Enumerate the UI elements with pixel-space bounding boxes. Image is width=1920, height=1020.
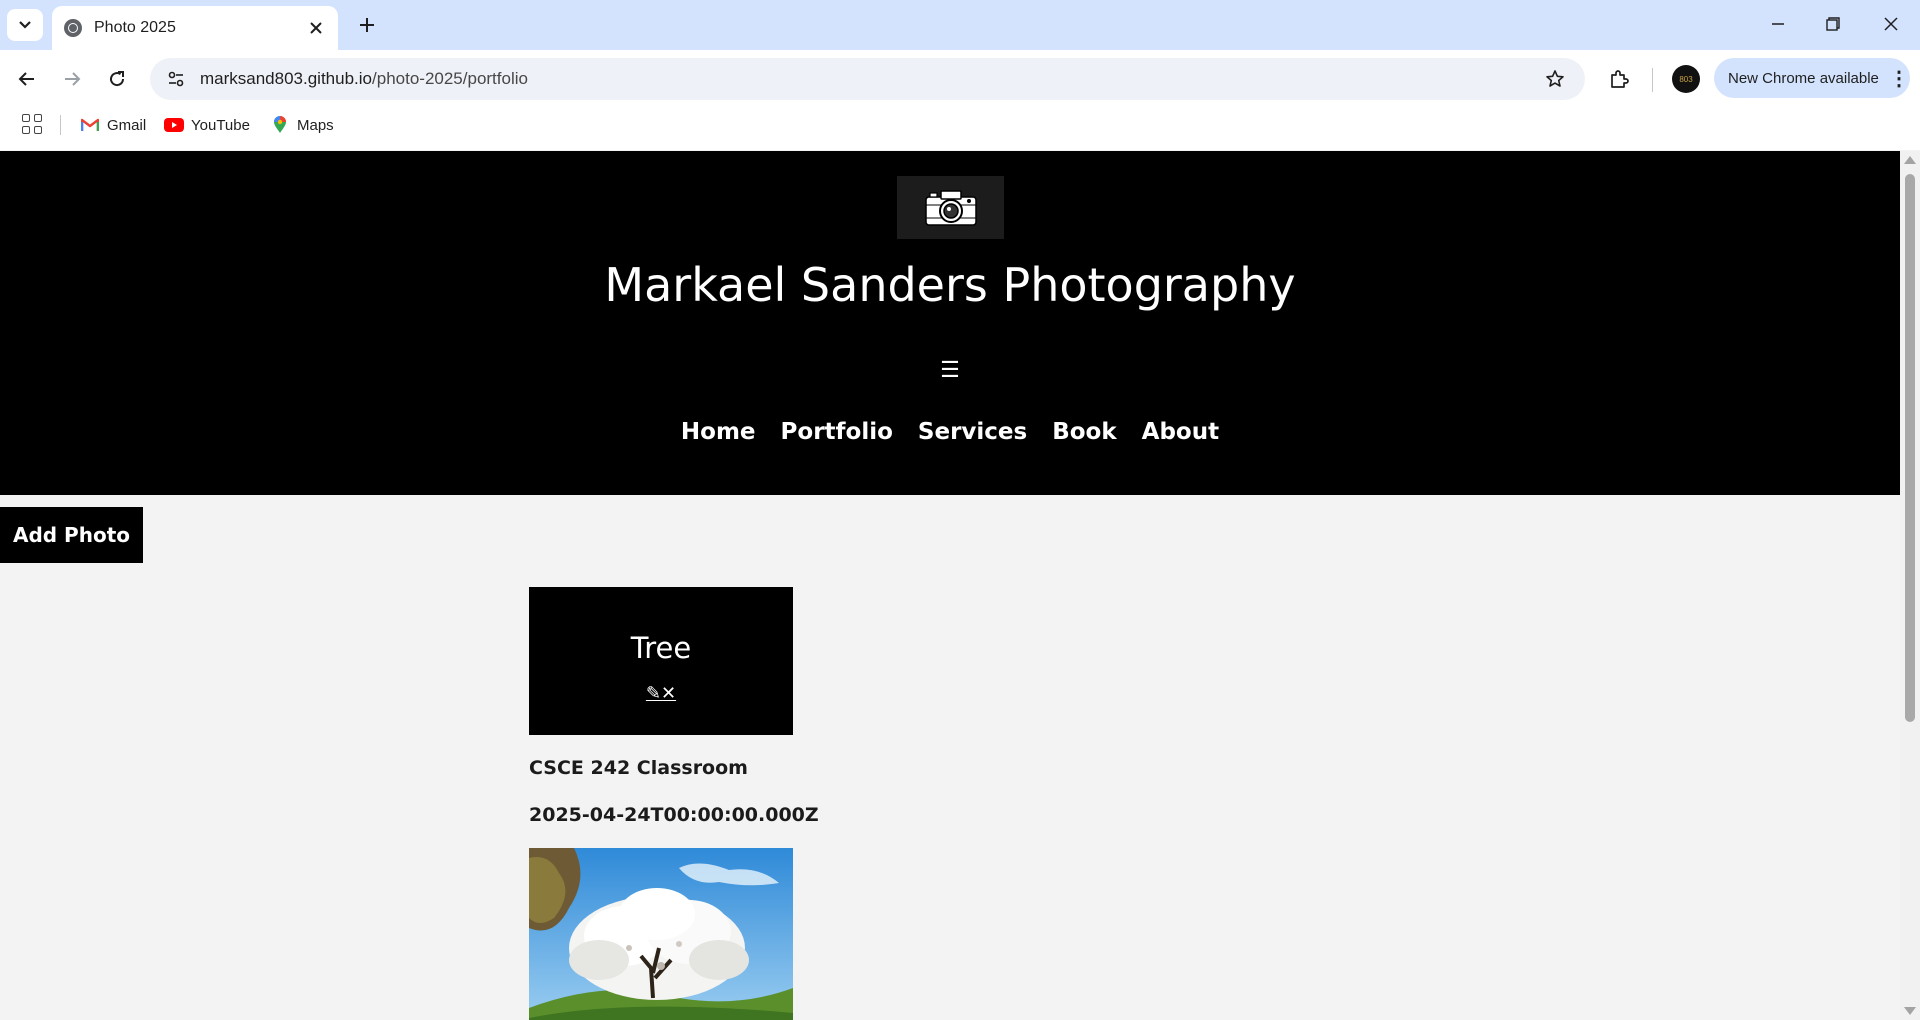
reload-button[interactable] [102, 64, 132, 94]
bookmarks-divider [60, 115, 61, 135]
add-photo-button[interactable]: Add Photo [0, 507, 143, 563]
bookmark-maps[interactable]: Maps [270, 112, 334, 138]
nav-book[interactable]: Book [1052, 419, 1116, 445]
tab-search-button[interactable] [7, 9, 43, 41]
photo-location: CSCE 242 Classroom [529, 757, 748, 779]
bookmark-label: YouTube [191, 116, 250, 134]
page-scrollbar[interactable] [1900, 151, 1920, 1020]
site-header: Markael Sanders Photography ☰ Home Portf… [0, 151, 1900, 495]
photo-title: Tree [630, 631, 692, 665]
photo-date: 2025-04-24T00:00:00.000Z [529, 804, 819, 826]
gmail-icon [80, 117, 100, 133]
site-settings-icon[interactable] [162, 65, 190, 93]
bookmark-star-icon[interactable] [1535, 59, 1575, 99]
url-path: /photo-2025/portfolio [372, 69, 528, 88]
more-menu-icon[interactable]: ⋮ [1888, 66, 1910, 91]
apps-grid-icon[interactable] [22, 114, 42, 134]
minimize-button[interactable] [1760, 8, 1796, 40]
chevron-down-icon [18, 17, 32, 33]
address-bar[interactable]: marksand803.github.io/photo-2025/portfol… [150, 58, 1585, 100]
close-tab-icon[interactable] [304, 16, 328, 40]
main-nav: Home Portfolio Services Book About [0, 419, 1900, 445]
url-text: marksand803.github.io/photo-2025/portfol… [200, 69, 1535, 89]
update-label: New Chrome available [1728, 69, 1879, 87]
nav-home[interactable]: Home [681, 419, 756, 445]
forward-button[interactable] [57, 64, 87, 94]
scroll-down-icon[interactable] [1904, 1007, 1916, 1015]
extensions-icon[interactable] [1604, 64, 1634, 94]
bookmark-youtube[interactable]: YouTube [164, 112, 250, 138]
bookmark-label: Gmail [107, 116, 147, 134]
camera-icon [924, 189, 977, 226]
profile-avatar[interactable]: 803 [1672, 65, 1700, 93]
nav-about[interactable]: About [1142, 419, 1219, 445]
globe-icon [64, 19, 82, 37]
bookmark-label: Maps [297, 116, 334, 134]
scroll-up-icon[interactable] [1904, 156, 1916, 164]
youtube-icon [164, 117, 184, 133]
close-window-button[interactable] [1873, 8, 1909, 40]
back-button[interactable] [12, 64, 42, 94]
chrome-update-button[interactable]: New Chrome available ⋮ [1714, 58, 1910, 98]
tree-photo [529, 848, 793, 1020]
photo-card: Tree ✎✕ [529, 587, 793, 735]
nav-services[interactable]: Services [918, 419, 1027, 445]
menu-toggle-icon[interactable]: ☰ [938, 358, 962, 382]
scrollbar-thumb[interactable] [1905, 174, 1915, 722]
maps-icon [270, 116, 290, 133]
nav-portfolio[interactable]: Portfolio [781, 419, 893, 445]
toolbar-divider [1652, 68, 1653, 92]
photo-actions: ✎✕ [529, 683, 793, 704]
edit-icon[interactable]: ✎ [646, 683, 661, 703]
url-host: marksand803.github.io [200, 69, 373, 88]
camera-logo[interactable] [897, 176, 1004, 239]
tab-title: Photo 2025 [94, 19, 176, 36]
site-title: Markael Sanders Photography [604, 258, 1296, 312]
new-tab-button[interactable] [352, 10, 382, 40]
browser-tab[interactable]: Photo 2025 [52, 6, 338, 50]
restore-button[interactable] [1815, 8, 1851, 40]
page-viewport: Markael Sanders Photography ☰ Home Portf… [0, 151, 1900, 1020]
delete-icon[interactable]: ✕ [661, 683, 676, 703]
bookmark-gmail[interactable]: Gmail [80, 112, 146, 138]
